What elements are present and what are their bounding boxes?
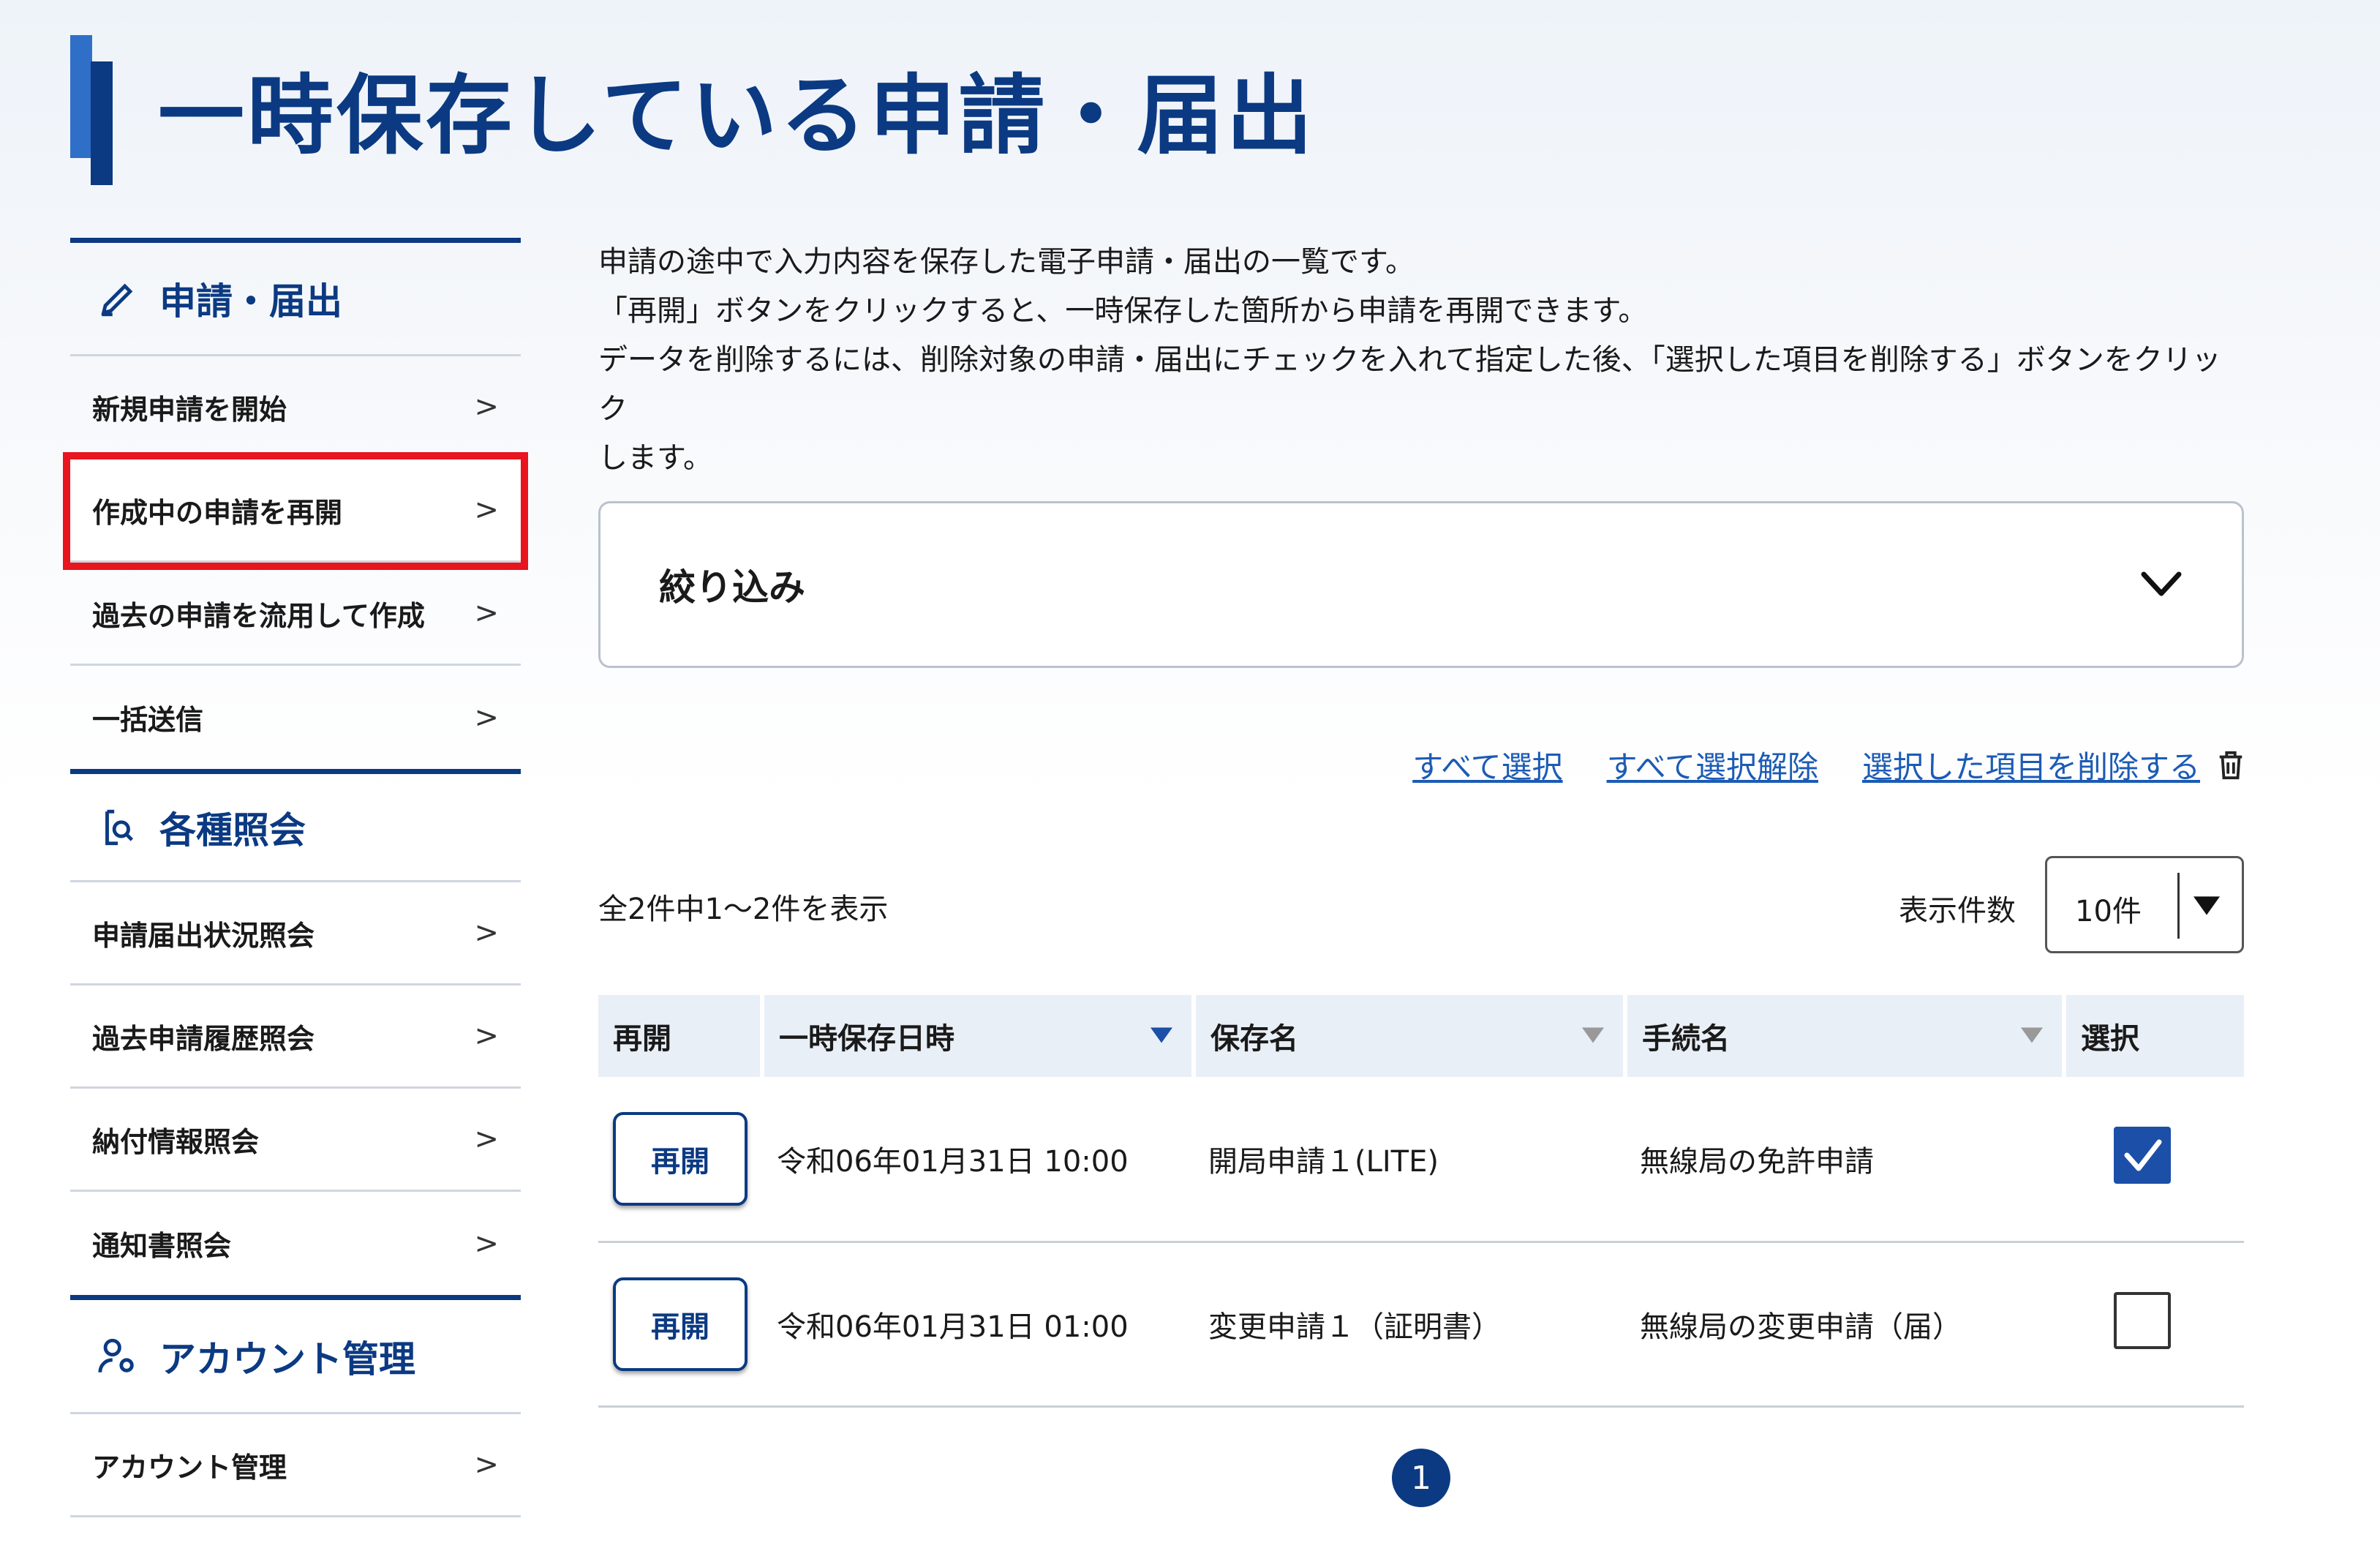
chevron-right-icon: > <box>474 390 499 424</box>
sidebar-item-account-management[interactable]: アカウント管理 > <box>70 1414 521 1517</box>
sidebar-item-new-application[interactable]: 新規申請を開始 > <box>70 356 521 459</box>
title-accent-bar-dark <box>91 61 113 185</box>
table-row: 再開 令和06年01月31日 10:00 開局申請１(LITE) 無線局の免許申… <box>598 1077 2244 1243</box>
cell-resume: 再開 <box>598 1242 762 1408</box>
cell-select <box>2064 1242 2244 1408</box>
sidebar-section-account: アカウント管理 アカウント管理 > <box>70 1295 521 1517</box>
delete-selected-link[interactable]: 選択した項目を削除する <box>1862 743 2200 787</box>
header-label: 一時保存日時 <box>779 1022 954 1056</box>
select-all-link[interactable]: すべて選択 <box>1412 743 1562 787</box>
checkmark-icon <box>2124 1139 2162 1171</box>
header-select: 選択 <box>2064 995 2244 1077</box>
cell-save-name: 変更申請１（証明書） <box>1194 1242 1625 1408</box>
chevron-right-icon: > <box>474 916 499 950</box>
document-search-icon <box>105 809 134 845</box>
user-settings-icon <box>98 1338 134 1373</box>
sidebar-item-label: 新規申請を開始 <box>92 393 287 426</box>
sidebar-item-resume-draft[interactable]: 作成中の申請を再開 > <box>63 452 528 570</box>
header-procedure[interactable]: 手続名 <box>1625 995 2066 1077</box>
chevron-right-icon: > <box>474 1448 499 1482</box>
trash-icon[interactable] <box>2218 750 2244 781</box>
chevron-right-icon: > <box>474 596 499 630</box>
sort-desc-icon[interactable] <box>1151 1027 1172 1043</box>
sidebar-heading-application: 申請・届出 <box>70 243 521 356</box>
pagination-page-current[interactable]: 1 <box>1392 1449 1450 1507</box>
sidebar-item-label: 申請届出状況照会 <box>92 919 315 952</box>
table-header-row: 再開 一時保存日時 保存名 手続名 選択 <box>598 995 2244 1077</box>
header-resume: 再開 <box>598 995 764 1077</box>
chevron-right-icon: > <box>474 1122 499 1156</box>
sidebar-item-label: 過去申請履歴照会 <box>92 1022 315 1055</box>
cell-resume: 再開 <box>598 1077 762 1243</box>
sidebar-heading-label: 各種照会 <box>159 808 306 852</box>
table-row: 再開 令和06年01月31日 01:00 変更申請１（証明書） 無線局の変更申請… <box>598 1242 2244 1408</box>
sidebar-item-label: 納付情報照会 <box>92 1125 260 1158</box>
draft-table: 再開 一時保存日時 保存名 手続名 選択 再開 令和06年01月31日 10:0… <box>598 995 2244 1408</box>
result-count: 全2件中1〜2件を表示 <box>598 893 889 926</box>
header-label: 手続名 <box>1642 1022 1730 1056</box>
sidebar-item-notice-inquiry[interactable]: 通知書照会 > <box>70 1192 521 1295</box>
sort-icon[interactable] <box>1582 1027 1604 1043</box>
title-accent-bar <box>70 35 92 158</box>
description-line: 「再開」ボタンをクリックすると、一時保存した箇所から申請を再開できます。 <box>598 294 1648 328</box>
sidebar-item-label: 過去の申請を流用して作成 <box>92 599 425 632</box>
sidebar-heading-account: アカウント管理 <box>70 1300 521 1414</box>
sidebar-heading-label: 申請・届出 <box>159 280 342 323</box>
sidebar-item-history-inquiry[interactable]: 過去申請履歴照会 > <box>70 985 521 1089</box>
per-page-select[interactable]: 10件 <box>2045 856 2244 953</box>
sidebar-item-label: 作成中の申請を再開 <box>92 496 343 529</box>
page-title: 一時保存している申請・届出 <box>158 65 1316 166</box>
sidebar-item-label: 一括送信 <box>92 704 204 736</box>
deselect-all-link[interactable]: すべて選択解除 <box>1607 743 1818 787</box>
sidebar-item-reuse-past[interactable]: 過去の申請を流用して作成 > <box>70 563 521 666</box>
cell-select <box>2064 1077 2244 1243</box>
description-line: データを削除するには、削除対象の申請・届出にチェックを入れて指定した後、「選択し… <box>598 343 2221 426</box>
caret-down-icon <box>2193 896 2220 915</box>
sidebar-item-batch-send[interactable]: 一括送信 > <box>70 666 521 769</box>
chevron-right-icon: > <box>474 700 499 735</box>
header-save-name[interactable]: 保存名 <box>1194 995 1627 1077</box>
cell-save-name: 開局申請１(LITE) <box>1194 1077 1625 1243</box>
sidebar: 申請・届出 新規申請を開始 > 作成中の申請を再開 > 過去の申請を流用して作成… <box>63 238 528 1517</box>
sidebar-item-status-inquiry[interactable]: 申請届出状況照会 > <box>70 882 521 985</box>
description: 申請の途中で入力内容を保存した電子申請・届出の一覧です。 「再開」ボタンをクリッ… <box>598 238 2244 483</box>
cell-procedure: 無線局の変更申請（届） <box>1625 1242 2064 1408</box>
sidebar-heading-label: アカウント管理 <box>159 1337 415 1381</box>
sidebar-item-label: アカウント管理 <box>92 1451 287 1484</box>
description-line: 申請の途中で入力内容を保存した電子申請・届出の一覧です。 <box>598 245 1415 279</box>
select-divider <box>2177 873 2180 939</box>
sidebar-heading-inquiry: 各種照会 <box>70 774 521 882</box>
description-line: します。 <box>598 441 712 475</box>
row-checkbox-checked[interactable] <box>2114 1126 2171 1184</box>
filter-label: 絞り込み <box>659 566 805 609</box>
cell-procedure: 無線局の免許申請 <box>1625 1077 2064 1243</box>
pencil-icon <box>101 283 133 317</box>
header-saved-at[interactable]: 一時保存日時 <box>762 995 1196 1077</box>
cell-saved-at: 令和06年01月31日 10:00 <box>762 1077 1194 1243</box>
per-page-label: 表示件数 <box>1899 894 2016 928</box>
main-content: 申請の途中で入力内容を保存した電子申請・届出の一覧です。 「再開」ボタンをクリッ… <box>598 238 2244 1507</box>
sidebar-item-payment-inquiry[interactable]: 納付情報照会 > <box>70 1089 521 1192</box>
chevron-down-icon <box>2141 571 2182 596</box>
resume-button[interactable]: 再開 <box>613 1277 747 1371</box>
sidebar-section-application: 申請・届出 新規申請を開始 > 作成中の申請を再開 > 過去の申請を流用して作成… <box>63 238 528 769</box>
resume-button[interactable]: 再開 <box>613 1111 747 1206</box>
sidebar-section-inquiry: 各種照会 申請届出状況照会 > 過去申請履歴照会 > 納付情報照会 > 通知書照… <box>70 769 521 1295</box>
page-header: 一時保存している申請・届出 <box>70 35 1314 185</box>
per-page-value: 10件 <box>2075 895 2142 928</box>
chevron-right-icon: > <box>474 1019 499 1053</box>
sort-icon[interactable] <box>2021 1027 2043 1043</box>
chevron-right-icon: > <box>474 493 499 527</box>
filter-accordion[interactable]: 絞り込み <box>598 501 2244 668</box>
bulk-actions: すべて選択 すべて選択解除 選択した項目を削除する <box>1412 743 2244 787</box>
sidebar-item-label: 通知書照会 <box>92 1230 232 1262</box>
cell-saved-at: 令和06年01月31日 01:00 <box>762 1242 1194 1408</box>
list-controls: 全2件中1〜2件を表示 表示件数 10件 <box>598 856 2244 955</box>
chevron-right-icon: > <box>474 1226 499 1261</box>
header-label: 保存名 <box>1210 1022 1298 1056</box>
row-checkbox[interactable] <box>2114 1291 2171 1349</box>
